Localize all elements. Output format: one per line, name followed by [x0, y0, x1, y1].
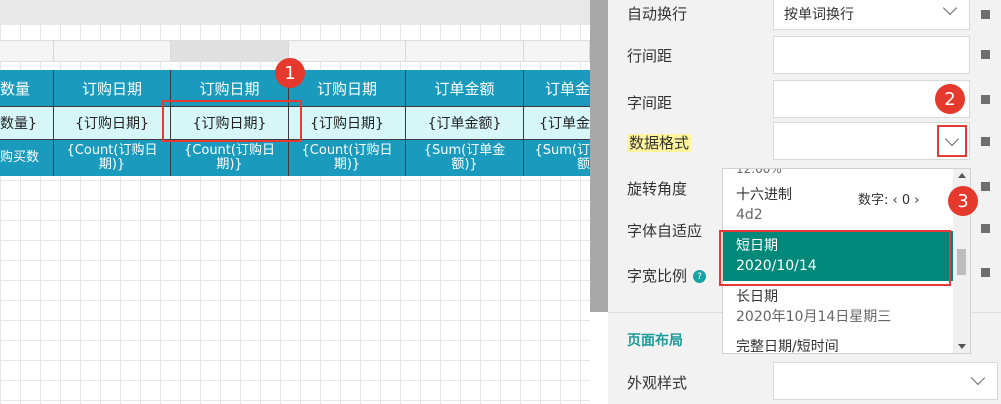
aggregate-cell[interactable]: {Count(订购日 期)} [171, 140, 289, 176]
char-spacing-label: 字间距 [627, 94, 673, 112]
chevron-down-icon [944, 131, 960, 147]
ruler-col[interactable] [289, 41, 406, 62]
option-title: 十六进制 [736, 187, 792, 203]
digits-label: 数字: [858, 193, 889, 208]
aggregate-cell[interactable]: {Count(订购日 期)} [54, 140, 171, 176]
aggregate-text: 额 [576, 157, 590, 172]
step-badge-2: 2 [935, 84, 965, 114]
chevron-down-icon [970, 370, 986, 386]
auto-wrap-value: 按单词换行 [784, 7, 854, 23]
designer-vertical-scrollbar[interactable] [590, 0, 608, 312]
property-marker-icon [981, 268, 990, 277]
header-cell[interactable]: 数量 [0, 70, 54, 107]
scroll-down-icon[interactable] [958, 344, 966, 349]
field-cell[interactable]: {订购日期} [54, 107, 171, 140]
property-marker-icon [981, 182, 990, 191]
report-designer-canvas[interactable]: 数量 订购日期 订购日期 订购日期 订单金额 订单金 数量} {订购日期} {订… [0, 0, 590, 404]
aggregate-cell[interactable]: {Sum(订 额 [524, 140, 590, 176]
field-cell[interactable]: {订单金额} [406, 107, 524, 140]
selected-option-highlight [719, 230, 951, 286]
ruler-col[interactable] [406, 41, 524, 62]
option-example: 2020年10月14日星期三 [736, 309, 892, 325]
data-format-label: 数据格式 [627, 132, 692, 153]
header-cell[interactable]: 订单金额 [406, 70, 524, 107]
property-marker-icon [981, 137, 990, 146]
appearance-label: 外观样式 [627, 374, 688, 392]
line-spacing-label: 行间距 [627, 47, 673, 65]
aggregate-cell[interactable]: 购买数 [0, 140, 54, 176]
appearance-select[interactable] [773, 362, 998, 400]
step-badge-1: 1 [275, 58, 305, 88]
option-title: 完整日期/短时间 [736, 339, 839, 354]
auto-wrap-label: 自动换行 [627, 5, 688, 23]
aggregate-text: 期)} [98, 157, 126, 172]
digits-value: 0 [901, 193, 911, 208]
aggregate-text: 期)} [216, 157, 243, 172]
dropdown-option-long-date[interactable]: 长日期 2020年10月14日星期三 [723, 287, 953, 331]
ruler-col[interactable] [54, 41, 171, 62]
line-spacing-input[interactable] [773, 36, 970, 74]
aggregate-text: 期)} [333, 157, 361, 172]
ruler-col[interactable] [0, 41, 54, 62]
designer-toolbar [0, 0, 590, 25]
digits-stepper[interactable]: 数字: ‹ 0 › [858, 189, 920, 208]
ruler-col-selected[interactable] [171, 41, 289, 62]
chevron-right-icon[interactable]: › [914, 193, 919, 208]
help-icon[interactable]: ? [693, 270, 707, 283]
aggregate-row: 购买数 {Count(订购日 期)} {Count(订购日 期)} {Count… [0, 140, 590, 176]
dropdown-toggle-button[interactable] [937, 125, 967, 157]
field-cell[interactable]: 数量} [0, 107, 54, 140]
property-marker-icon [981, 10, 990, 19]
header-cell[interactable]: 订购日期 [289, 70, 406, 107]
property-marker-icon [981, 224, 990, 233]
auto-wrap-select[interactable]: 按单词换行 [773, 0, 970, 30]
header-cell[interactable]: 订购日期 [54, 70, 171, 107]
aggregate-text: {Count(订购日 [301, 143, 393, 158]
data-format-label-text: 数据格式 [627, 134, 692, 152]
chevron-down-icon [942, 0, 958, 16]
font-fit-label: 字体自适应 [627, 222, 703, 240]
scroll-thumb[interactable] [957, 249, 966, 275]
char-width-label: 字宽比例? [627, 265, 707, 286]
step-badge-3: 3 [948, 186, 978, 216]
aggregate-text: {Sum(订单金 [423, 143, 506, 158]
option-example: 4d2 [736, 207, 763, 223]
aggregate-text: 购买数 [0, 150, 40, 165]
aggregate-text: {Count(订购日 [184, 143, 275, 158]
option-example: 12.00% [736, 168, 782, 176]
aggregate-cell[interactable]: {Count(订购日 期)} [289, 140, 406, 176]
section-page-layout[interactable]: 页面布局 [627, 330, 683, 350]
option-title: 长日期 [736, 289, 778, 305]
aggregate-cell[interactable]: {Sum(订单金 额)} [406, 140, 524, 176]
data-format-select[interactable] [773, 122, 970, 160]
field-cell[interactable]: {订购日期} [289, 107, 406, 140]
dropdown-option-partial[interactable]: 12.00% [723, 168, 953, 179]
aggregate-text: {Count(订购日 [66, 143, 158, 158]
ruler-col[interactable] [524, 41, 590, 62]
char-width-label-text: 字宽比例 [627, 267, 688, 285]
selected-cell-highlight [162, 100, 302, 142]
property-marker-icon [981, 95, 990, 104]
scroll-up-icon[interactable] [958, 173, 966, 178]
aggregate-text: 额)} [451, 157, 478, 172]
field-cell[interactable]: {订单金 [524, 107, 590, 140]
dropdown-option-hex[interactable]: 十六进制 4d2 数字: ‹ 0 › [723, 185, 953, 229]
header-cell[interactable]: 订单金 [524, 70, 590, 107]
aggregate-text: {Sum(订 [534, 143, 591, 158]
rotate-label: 旋转角度 [627, 180, 688, 198]
property-marker-icon [981, 50, 990, 59]
chevron-left-icon[interactable]: ‹ [893, 193, 902, 208]
dropdown-option-full-date[interactable]: 完整日期/短时间 [723, 337, 953, 354]
